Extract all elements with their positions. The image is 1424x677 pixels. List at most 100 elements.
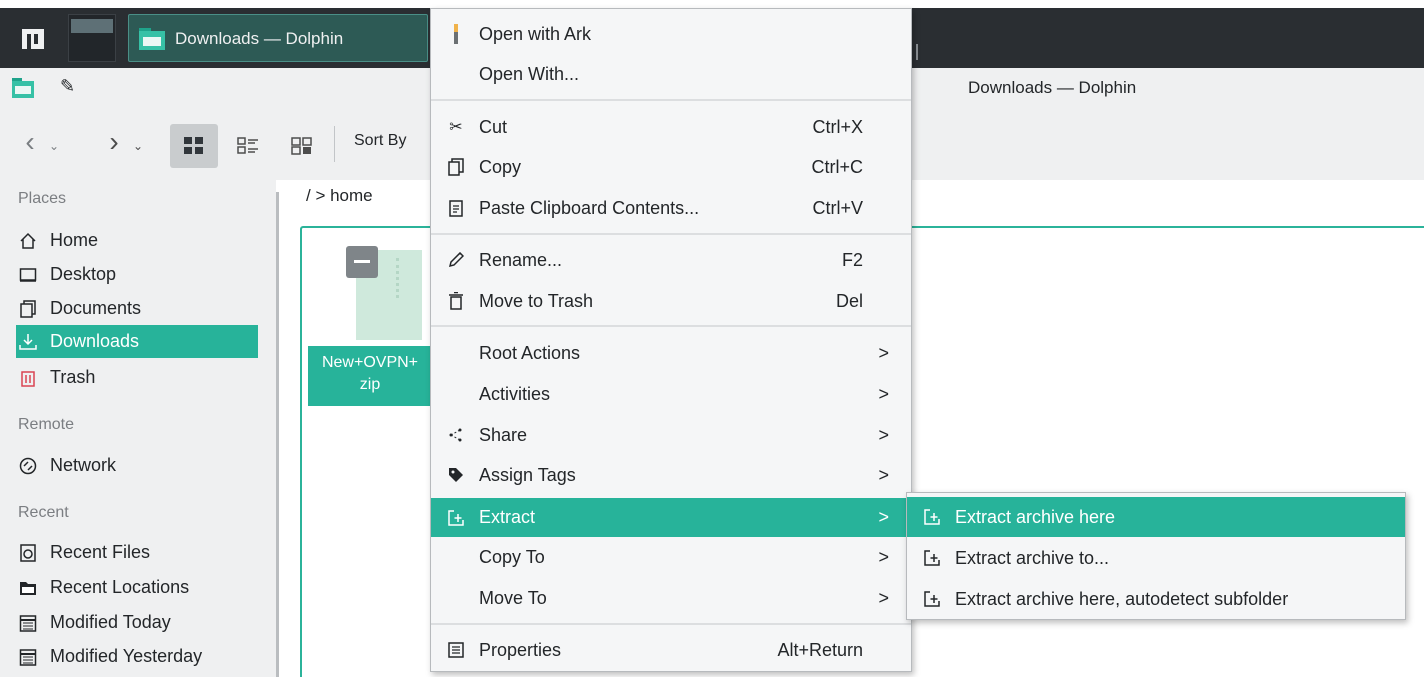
extract-submenu: Extract archive here Extract archive to.… — [906, 492, 1406, 620]
menu-item-paste[interactable]: Paste Clipboard Contents... Ctrl+V — [431, 189, 911, 227]
taskbar-divider — [916, 44, 918, 60]
folder-icon — [139, 28, 165, 50]
chevron-right-icon: > — [878, 342, 889, 363]
window-title: Downloads — Dolphin — [968, 78, 1137, 97]
chevron-right-icon: > — [878, 424, 889, 445]
chevron-right-icon: > — [878, 383, 889, 404]
sidebar-item-documents[interactable]: Documents — [16, 292, 258, 325]
downloads-icon — [18, 332, 38, 352]
taskbar-task-dolphin[interactable]: Downloads — Dolphin — [128, 14, 428, 62]
sidebar-item-label: Documents — [50, 298, 142, 318]
extract-icon — [921, 588, 943, 610]
forward-icon[interactable]: › — [100, 124, 128, 160]
chevron-right-icon: > — [878, 546, 889, 567]
icons-view-icon[interactable] — [170, 124, 218, 168]
menu-separator — [431, 623, 911, 625]
forward-history-chevron-down-icon[interactable]: ⌄ — [128, 136, 148, 156]
menu-item-assign-tags[interactable]: Assign Tags > — [431, 456, 911, 494]
sidebar-item-label: Downloads — [50, 331, 140, 351]
context-menu: Open with Ark Open With... ✂ Cut Ctrl+X … — [430, 8, 912, 672]
menu-item-label: Rename... — [479, 249, 563, 270]
copy-icon — [445, 156, 467, 178]
submenu-item-label: Extract archive here — [955, 506, 1116, 527]
tag-icon — [445, 464, 467, 486]
menu-item-properties[interactable]: Properties Alt+Return — [431, 631, 911, 669]
sidebar-item-label: Home — [50, 230, 99, 250]
menu-item-extract[interactable]: Extract > — [431, 498, 911, 537]
sidebar-item-label: Trash — [50, 367, 96, 387]
menu-item-copy[interactable]: Copy Ctrl+C — [431, 148, 911, 186]
extract-icon — [921, 506, 943, 528]
sidebar-item-recent-locations[interactable]: Recent Locations — [16, 571, 258, 604]
dolphin-app-icon — [12, 78, 34, 98]
back-history-chevron-down-icon[interactable]: ⌄ — [44, 136, 64, 156]
window-thumbnail[interactable] — [68, 14, 116, 62]
sidebar-item-recent-files[interactable]: Recent Files — [16, 536, 258, 569]
sidebar-item-downloads[interactable]: Downloads — [16, 325, 258, 358]
sidebar-item-modified-yesterday[interactable]: Modified Yesterday — [16, 640, 258, 673]
menu-item-activities[interactable]: Activities > — [431, 375, 911, 413]
cut-icon: ✂ — [449, 119, 463, 136]
sidebar-item-modified-today[interactable]: Modified Today — [16, 606, 258, 639]
sidebar-item-label: Desktop — [50, 264, 117, 284]
sidebar-item-trash[interactable]: Trash — [16, 361, 258, 394]
deselect-icon[interactable] — [346, 246, 378, 278]
menu-item-label: Root Actions — [479, 342, 581, 363]
menu-item-label: Copy To — [479, 546, 545, 567]
submenu-item-extract-autodetect[interactable]: Extract archive here, autodetect subfold… — [907, 579, 1405, 619]
menu-item-cut[interactable]: ✂ Cut Ctrl+X — [431, 108, 911, 146]
recent-header: Recent — [18, 504, 69, 521]
calendar-icon — [18, 613, 38, 633]
menu-item-share[interactable]: Share > — [431, 416, 911, 454]
pin-icon[interactable]: ✎ — [60, 76, 75, 97]
sidebar-item-label: Modified Yesterday — [50, 646, 203, 666]
back-icon[interactable]: ‹ — [16, 124, 44, 160]
submenu-item-extract-here[interactable]: Extract archive here — [907, 497, 1405, 537]
sidebar-item-desktop[interactable]: Desktop — [16, 258, 258, 291]
menu-item-label: Properties — [479, 639, 562, 660]
submenu-item-extract-to[interactable]: Extract archive to... — [907, 538, 1405, 578]
sidebar-item-home[interactable]: Home — [16, 224, 258, 257]
menu-item-label: Activities — [479, 383, 551, 404]
places-header: Places — [18, 190, 67, 207]
menu-item-label: Open With... — [479, 63, 580, 84]
recent-files-icon — [18, 543, 38, 563]
submenu-item-label: Extract archive here, autodetect subfold… — [955, 588, 1289, 609]
network-icon — [18, 456, 38, 476]
toolbar-separator — [334, 126, 335, 162]
share-icon — [445, 424, 467, 446]
menu-item-move-to-trash[interactable]: Move to Trash Del — [431, 282, 911, 320]
recent-locations-icon — [18, 578, 38, 598]
home-icon — [18, 231, 38, 251]
submenu-item-label: Extract archive to... — [955, 547, 1110, 568]
app-launcher-icon[interactable] — [20, 26, 46, 52]
sidebar-item-network[interactable]: Network — [16, 449, 258, 482]
desktop-icon — [18, 265, 38, 285]
split-view-icon[interactable] — [282, 124, 322, 168]
file-name-line: New+OVPN+ — [321, 354, 419, 371]
sort-by-button[interactable]: Sort By — [354, 132, 406, 150]
file-name-line: zip — [359, 376, 381, 393]
menu-item-shortcut: Ctrl+C — [811, 156, 863, 177]
menu-item-shortcut: Ctrl+X — [812, 116, 863, 137]
menu-item-open-with[interactable]: Open With... — [431, 55, 911, 93]
extract-icon — [921, 547, 943, 569]
places-panel: Places Home Desktop Documents Downloads … — [0, 180, 276, 677]
menu-item-root-actions[interactable]: Root Actions > — [431, 334, 911, 372]
menu-item-move-to[interactable]: Move To > — [431, 579, 911, 617]
calendar-icon — [18, 647, 38, 667]
trash-icon — [445, 290, 467, 312]
menu-item-label: Move To — [479, 587, 547, 608]
file-item-zip[interactable]: New+OVPN+ zip — [308, 240, 432, 406]
chevron-right-icon: > — [878, 587, 889, 608]
compact-view-icon[interactable] — [228, 124, 268, 168]
breadcrumb[interactable]: / > home — [306, 186, 373, 206]
sidebar-item-label: Recent Files — [50, 542, 151, 562]
remote-header: Remote — [18, 416, 75, 433]
documents-icon — [18, 299, 38, 319]
menu-item-copy-to[interactable]: Copy To > — [431, 538, 911, 576]
menu-item-open-with-ark[interactable]: Open with Ark — [431, 15, 911, 53]
menu-item-rename[interactable]: Rename... F2 — [431, 241, 911, 279]
menu-separator — [431, 99, 911, 101]
paste-icon — [445, 197, 467, 219]
